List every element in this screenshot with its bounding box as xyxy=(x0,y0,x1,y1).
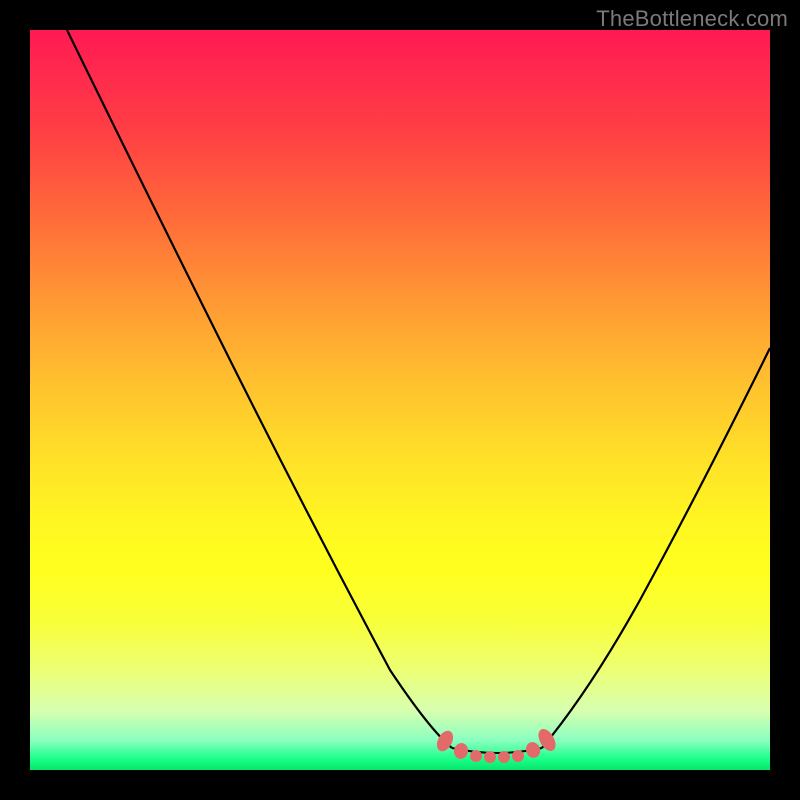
pink-accent-band xyxy=(434,726,559,763)
right-curve xyxy=(542,348,770,748)
curve-overlay xyxy=(30,30,770,770)
chart-canvas: TheBottleneck.com xyxy=(0,0,800,800)
watermark-text: TheBottleneck.com xyxy=(596,6,788,32)
plot-area xyxy=(30,30,770,770)
left-curve xyxy=(67,30,452,748)
